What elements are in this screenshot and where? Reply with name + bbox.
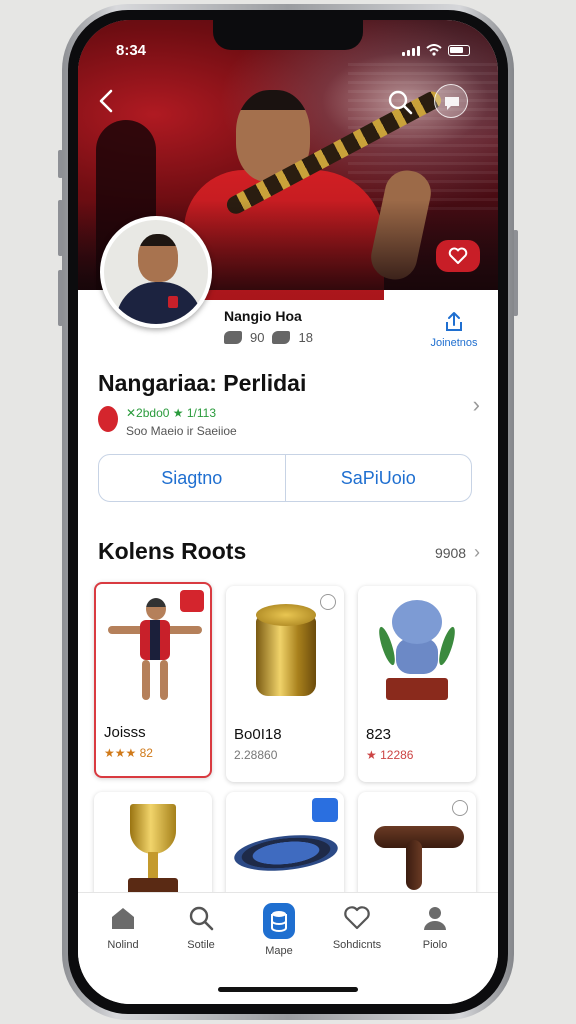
item-art: [406, 840, 422, 890]
item-name: Joisss: [104, 724, 146, 741]
item-art: [166, 626, 202, 634]
tab-favorites[interactable]: Sohdicnts: [322, 903, 392, 951]
avatar[interactable]: [100, 216, 212, 328]
home-icon: [108, 903, 138, 933]
profile-stats: 90 18: [224, 330, 313, 345]
page-title: Nangariaa: Perlidai: [98, 370, 307, 396]
wifi-icon: [426, 44, 442, 56]
tab-label: Sohdicnts: [332, 939, 382, 951]
heart-icon: [448, 247, 468, 264]
phone-bezel: 8:34 Nangio Hoa 90 18 Joinetnos Nangaria…: [68, 10, 508, 1014]
app-screen: 8:34 Nangio Hoa 90 18 Joinetnos Nangaria…: [78, 20, 498, 1004]
item-card[interactable]: Joisss ★★★ 82: [94, 582, 212, 778]
tab-label: Nolind: [107, 939, 139, 951]
fans-icon: [224, 331, 242, 344]
item-art: [142, 660, 150, 700]
item-art: [108, 626, 144, 634]
item-name: 823: [366, 726, 392, 743]
item-art: [130, 804, 176, 854]
item-rating: ★★★ 82: [104, 746, 153, 760]
avatar-jersey: [116, 282, 202, 324]
message-icon: [445, 97, 459, 110]
info-badge-icon[interactable]: [320, 594, 336, 610]
location-pin-icon: [98, 406, 118, 432]
tab-label: Sotile: [187, 939, 215, 951]
meta-subtitle: Soo Maeio ir Saeiioe: [126, 424, 237, 438]
more-button[interactable]: [434, 84, 468, 118]
signal-icon: [402, 46, 420, 56]
item-art: [140, 620, 170, 660]
search-button[interactable]: [384, 86, 416, 118]
item-art: [256, 604, 316, 626]
tab-label: Piolo: [422, 939, 448, 951]
segment-first[interactable]: Siagtno: [99, 455, 285, 501]
item-art: [392, 600, 442, 644]
search-icon: [388, 90, 413, 115]
avatar-head: [138, 234, 178, 282]
chevron-right-icon[interactable]: ›: [473, 392, 480, 418]
stat-a-value: 90: [250, 330, 265, 345]
avatar-crest: [168, 296, 178, 308]
remove-badge-icon[interactable]: [180, 590, 204, 612]
tab-bar: Nolind Sotile Mape Sohdicnts Piolo: [78, 892, 498, 1004]
see-all-count: 9908: [434, 545, 467, 561]
phone-frame: 8:34 Nangio Hoa 90 18 Joinetnos Nangaria…: [62, 4, 514, 1020]
item-art: [232, 830, 340, 876]
item-name: Bo0I18: [234, 726, 282, 743]
share-icon: [446, 312, 462, 331]
segmented-control: Siagtno SaPiUoio: [98, 454, 472, 502]
home-indicator: [218, 987, 358, 992]
tab-home[interactable]: Nolind: [88, 903, 158, 951]
back-button[interactable]: [96, 88, 126, 122]
share-label: Joinetnos: [430, 337, 478, 349]
see-all-link[interactable]: 9908 ›: [435, 542, 480, 563]
battery-icon: [448, 45, 470, 56]
segment-second[interactable]: SaPiUoio: [284, 455, 472, 501]
camera-notch: [213, 20, 363, 50]
item-art: [146, 598, 166, 620]
edit-badge-icon[interactable]: [312, 798, 338, 822]
item-rating: 2.28860: [234, 748, 278, 762]
tab-map[interactable]: Mape: [244, 903, 314, 957]
chevron-left-icon: [99, 89, 113, 113]
tab-label: Mape: [265, 945, 293, 957]
section-title: Kolens Roots: [98, 538, 247, 564]
tab-profile[interactable]: Piolo: [400, 903, 470, 951]
status-time: 8:34: [116, 42, 147, 59]
chevron-right-icon: ›: [474, 542, 480, 562]
search-icon: [186, 903, 216, 933]
database-icon: [263, 903, 295, 939]
item-art: [256, 616, 316, 696]
favorite-button[interactable]: [436, 240, 480, 272]
status-icons: [402, 44, 470, 56]
share-button[interactable]: Joinetnos: [426, 310, 482, 349]
video-icon: [272, 331, 291, 344]
profile-name: Nangio Hoa: [224, 308, 302, 324]
item-card[interactable]: Bo0I18 2.28860: [226, 586, 344, 782]
heart-icon: [342, 903, 372, 933]
tab-search[interactable]: Sotile: [166, 903, 236, 951]
info-badge-icon[interactable]: [452, 800, 468, 816]
item-art: [386, 678, 448, 700]
item-rating: ★ 12286: [366, 748, 414, 762]
meta-rating: ✕2bdo0 ★ 1/113: [126, 406, 216, 420]
stat-b-value: 18: [298, 330, 313, 345]
item-art: [148, 852, 158, 878]
user-icon: [420, 903, 450, 933]
item-art: [160, 660, 168, 700]
item-card[interactable]: 823 ★ 12286: [358, 586, 476, 782]
